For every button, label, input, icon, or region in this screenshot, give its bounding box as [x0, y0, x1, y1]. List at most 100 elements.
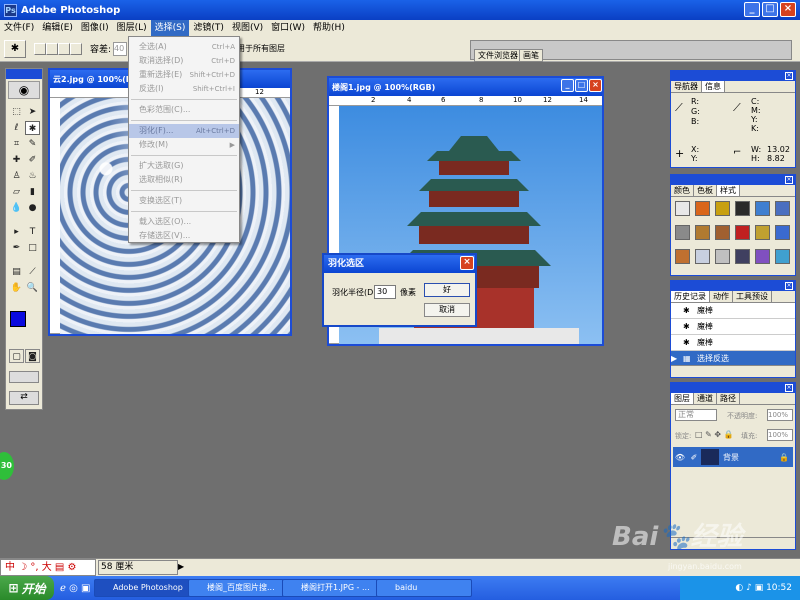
cancel-button[interactable]: 取消: [424, 303, 470, 317]
stamp-tool-icon[interactable]: ♙: [9, 169, 24, 183]
style-swatch[interactable]: [775, 225, 790, 240]
history-state-slider-icon[interactable]: ▶: [671, 354, 683, 363]
history-item[interactable]: ✱ 魔棒: [671, 335, 795, 351]
lock-icons[interactable]: □ ✎ ✥ 🔒: [695, 430, 734, 439]
menu-help[interactable]: 帮助(H): [309, 20, 349, 36]
panel-close-icon[interactable]: ×: [785, 384, 793, 392]
start-button[interactable]: ⊞ 开始: [0, 576, 54, 600]
style-swatch[interactable]: [715, 225, 730, 240]
screen-mode-icons[interactable]: [9, 371, 39, 383]
task-browser[interactable]: 楼阁_百度图片搜...: [188, 579, 284, 597]
menu-window[interactable]: 窗口(W): [267, 20, 309, 36]
style-swatch[interactable]: [775, 249, 790, 264]
menu-item-load-selection[interactable]: 载入选区(O)...: [129, 215, 239, 229]
style-swatch[interactable]: [775, 201, 790, 216]
adobe-online-icon[interactable]: ◉: [8, 81, 40, 99]
style-swatch[interactable]: [695, 249, 710, 264]
eraser-tool-icon[interactable]: ▱: [9, 185, 24, 199]
menu-item-transform-selection[interactable]: 变换选区(T): [129, 194, 239, 208]
standard-mode-icon[interactable]: ▢: [9, 349, 24, 363]
new-selection-icon[interactable]: [34, 42, 46, 55]
feather-radius-input[interactable]: 30: [374, 285, 396, 299]
menu-item-select-all[interactable]: 全选(A) Ctrl+A: [129, 40, 239, 54]
tolerance-input[interactable]: 40: [113, 41, 128, 56]
tab-channels[interactable]: 通道: [694, 393, 717, 404]
doc2-minimize-button[interactable]: _: [561, 79, 574, 92]
panel-close-icon[interactable]: ×: [785, 176, 793, 184]
maximize-button[interactable]: □: [762, 2, 778, 17]
task-baidu-folder[interactable]: baidu: [376, 579, 472, 597]
layer-row-background[interactable]: 👁 ✐ 背景 🔒: [673, 447, 793, 467]
tab-tool-presets[interactable]: 工具预设: [733, 291, 772, 302]
style-swatch[interactable]: [735, 225, 750, 240]
hand-tool-icon[interactable]: ✋: [9, 281, 24, 295]
menu-item-reselect[interactable]: 重新选择(E) Shift+Ctrl+D: [129, 68, 239, 82]
imageready-jump-icon[interactable]: ⇄: [9, 391, 39, 405]
intersect-selection-icon[interactable]: [70, 42, 82, 55]
tab-layers[interactable]: 图层: [671, 393, 694, 404]
style-swatch[interactable]: [755, 201, 770, 216]
minimize-button[interactable]: _: [744, 2, 760, 17]
panel-close-icon[interactable]: ×: [785, 282, 793, 290]
history-brush-icon[interactable]: ♨: [25, 169, 40, 183]
task-photoshop[interactable]: Adobe Photoshop: [94, 579, 190, 597]
marquee-tool-icon[interactable]: ⬚: [9, 105, 24, 119]
style-swatch[interactable]: [755, 225, 770, 240]
side-badge[interactable]: 30: [0, 452, 14, 480]
menu-item-similar[interactable]: 选取相似(R): [129, 173, 239, 187]
notes-tool-icon[interactable]: ▤: [9, 265, 24, 279]
style-swatch[interactable]: [695, 225, 710, 240]
eye-icon[interactable]: 👁: [673, 453, 687, 462]
style-swatch[interactable]: [675, 225, 690, 240]
menu-item-modify[interactable]: 修改(M) ▶: [129, 138, 239, 152]
healing-brush-icon[interactable]: ✚: [9, 153, 24, 167]
menu-layer[interactable]: 图层(L): [113, 20, 151, 36]
panel-close-icon[interactable]: ×: [785, 72, 793, 80]
tab-swatches[interactable]: 色板: [694, 185, 717, 196]
quicklaunch-icons[interactable]: ℯ ◎ ▣: [60, 583, 90, 594]
menu-edit[interactable]: 编辑(E): [38, 20, 77, 36]
menu-select[interactable]: 选择(S): [150, 20, 190, 36]
foreground-color-swatch[interactable]: [10, 311, 26, 327]
path-select-icon[interactable]: ▸: [9, 225, 24, 239]
slice-tool-icon[interactable]: ✎: [25, 137, 40, 151]
close-button[interactable]: ×: [780, 2, 796, 17]
crop-tool-icon[interactable]: ⌗: [9, 137, 24, 151]
menu-item-color-range[interactable]: 色彩范围(C)...: [129, 103, 239, 117]
fill-input[interactable]: 100%: [767, 429, 793, 441]
brush-tool-icon[interactable]: ✐: [25, 153, 40, 167]
doc2-close-button[interactable]: ×: [589, 79, 602, 92]
history-item[interactable]: ✱ 魔棒: [671, 303, 795, 319]
tray-icons[interactable]: ◐ ♪ ▣: [735, 583, 766, 593]
tab-actions[interactable]: 动作: [710, 291, 733, 302]
history-item[interactable]: ✱ 魔棒: [671, 319, 795, 335]
style-swatch[interactable]: [755, 249, 770, 264]
status-arrow-icon[interactable]: ▶: [178, 562, 184, 571]
tab-info[interactable]: 信息: [702, 81, 725, 92]
ok-button[interactable]: 好: [424, 283, 470, 297]
menu-item-deselect[interactable]: 取消选择(D) Ctrl+D: [129, 54, 239, 68]
dialog-close-button[interactable]: ×: [460, 256, 474, 270]
opacity-input[interactable]: 100%: [767, 409, 793, 421]
pen-tool-icon[interactable]: ✒: [9, 241, 24, 255]
magic-wand-tool-preset-icon[interactable]: ✱: [4, 39, 26, 58]
task-open-image[interactable]: 楼阁打开1.JPG - ...: [282, 579, 378, 597]
tab-color[interactable]: 颜色: [671, 185, 694, 196]
blend-mode-select[interactable]: 正常: [675, 409, 717, 421]
style-swatch[interactable]: [715, 249, 730, 264]
menu-filter[interactable]: 滤镜(T): [189, 20, 228, 36]
style-swatch[interactable]: [735, 201, 750, 216]
lasso-tool-icon[interactable]: ℓ: [9, 121, 24, 135]
tab-styles[interactable]: 样式: [717, 185, 740, 196]
menu-item-inverse[interactable]: 反选(I) Shift+Ctrl+I: [129, 82, 239, 96]
style-swatch[interactable]: [735, 249, 750, 264]
magic-wand-tool-icon[interactable]: ✱: [25, 121, 40, 135]
shape-tool-icon[interactable]: □: [25, 241, 40, 255]
zoom-tool-icon[interactable]: 🔍: [25, 281, 40, 295]
menu-view[interactable]: 视图(V): [228, 20, 267, 36]
style-swatch[interactable]: [675, 201, 690, 216]
zoom-field[interactable]: 58 厘米: [98, 560, 178, 575]
blur-tool-icon[interactable]: 💧: [9, 201, 24, 215]
style-swatch[interactable]: [715, 201, 730, 216]
menu-item-save-selection[interactable]: 存储选区(V)...: [129, 229, 239, 243]
